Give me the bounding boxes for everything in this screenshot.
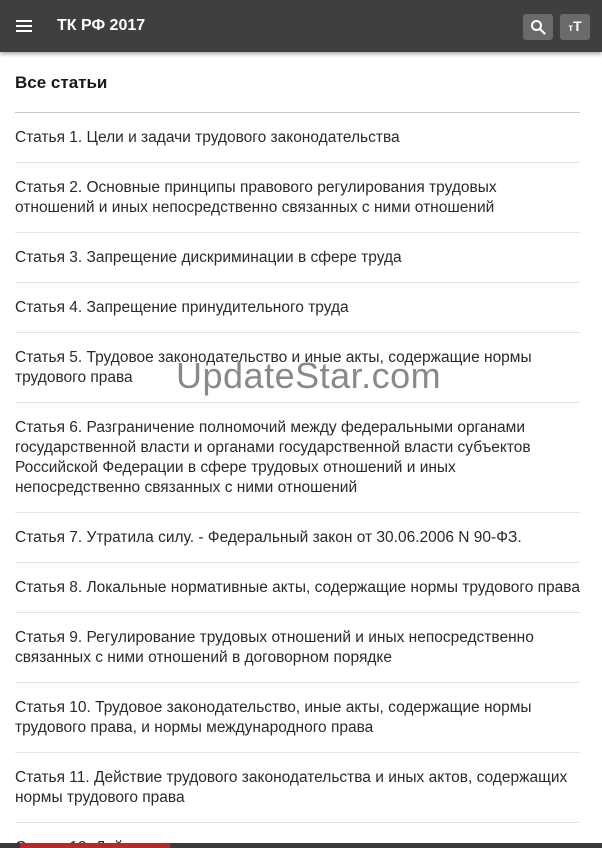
section-title: Все статьи — [15, 73, 108, 92]
article-title: Статья 7. Утратила силу. - Федеральный з… — [15, 529, 522, 546]
article-list-item[interactable]: Статья 6. Разграничение полномочий между… — [15, 403, 580, 513]
article-list-item[interactable]: Статья 2. Основные принципы правового ре… — [15, 163, 580, 233]
search-button[interactable] — [523, 14, 553, 40]
article-list-item[interactable]: Статья 10. Трудовое законодательство, ин… — [15, 683, 580, 753]
article-list-item[interactable]: Статья 9. Регулирование трудовых отношен… — [15, 613, 580, 683]
hamburger-menu-icon[interactable] — [10, 12, 38, 40]
text-size-button[interactable]: тТ — [560, 14, 590, 40]
article-title: Статья 2. Основные принципы правового ре… — [15, 179, 497, 216]
bottom-strip — [0, 843, 602, 848]
article-list-item[interactable]: Статья 3. Запрещение дискриминации в сфе… — [15, 233, 580, 283]
article-title: Статья 4. Запрещение принудительного тру… — [15, 299, 349, 316]
app-screen: ТК РФ 2017 тТ Все статьи Статья 1. Цели … — [0, 0, 602, 848]
article-title: Статья 6. Разграничение полномочий между… — [15, 419, 531, 496]
article-list-item[interactable]: Статья 8. Локальные нормативные акты, со… — [15, 563, 580, 613]
article-list-item[interactable]: Статья 4. Запрещение принудительного тру… — [15, 283, 580, 333]
article-title: Статья 3. Запрещение дискриминации в сфе… — [15, 249, 402, 266]
article-title: Статья 1. Цели и задачи трудового законо… — [15, 129, 400, 146]
article-list-item[interactable]: Статья 11. Действие трудового законодате… — [15, 753, 580, 823]
article-title: Статья 10. Трудовое законодательство, ин… — [15, 699, 532, 736]
article-title: Статья 9. Регулирование трудовых отношен… — [15, 629, 534, 666]
articles-screen: Все статьи Статья 1. Цели и задачи трудо… — [0, 52, 602, 848]
article-list-item[interactable]: Статья 7. Утратила силу. - Федеральный з… — [15, 513, 580, 563]
article-list-item[interactable]: Статья 5. Трудовое законодательство и ин… — [15, 333, 580, 403]
article-title: Статья 5. Трудовое законодательство и ин… — [15, 349, 532, 386]
article-list-item[interactable]: Статья 1. Цели и задачи трудового законо… — [15, 113, 580, 163]
article-title: Статья 8. Локальные нормативные акты, со… — [15, 579, 580, 596]
app-title: ТК РФ 2017 — [57, 17, 146, 34]
search-icon — [531, 20, 546, 35]
article-title: Статья 11. Действие трудового законодате… — [15, 769, 568, 806]
text-size-icon: тТ — [568, 18, 582, 34]
article-list: Статья 1. Цели и задачи трудового законо… — [15, 113, 580, 848]
app-bar: ТК РФ 2017 тТ — [0, 0, 602, 52]
